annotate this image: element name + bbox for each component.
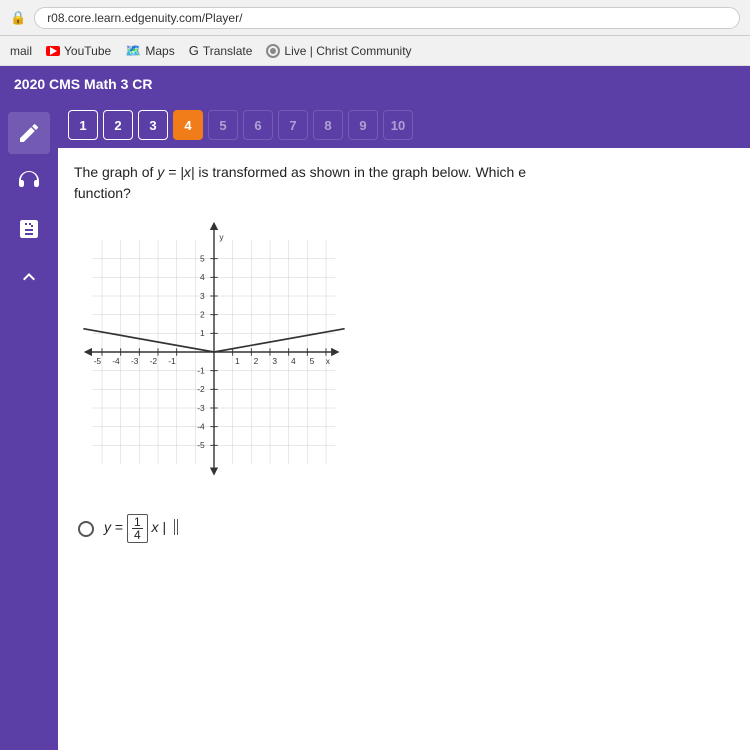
tab-3[interactable]: 3 [138, 110, 168, 140]
headphones-icon [17, 169, 41, 193]
calculator-icon [17, 217, 41, 241]
bookmarks-bar: mail YouTube 🗺️ Maps G Translate Live | … [0, 36, 750, 66]
graph-container: -5 -4 -3 -2 -1 1 2 3 4 5 x 5 4 3 2 1 [58, 212, 750, 502]
app-header: 2020 CMS Math 3 CR [0, 66, 750, 102]
fraction-denominator: 4 [132, 529, 143, 541]
tab-2[interactable]: 2 [103, 110, 133, 140]
bookmark-maps[interactable]: 🗺️ Maps [125, 43, 175, 59]
svg-text:3: 3 [200, 291, 205, 301]
arrow-up-icon-button[interactable] [8, 256, 50, 298]
tab-9[interactable]: 9 [348, 110, 378, 140]
svg-text:2: 2 [254, 356, 259, 366]
tab-6[interactable]: 6 [243, 110, 273, 140]
svg-text:4: 4 [291, 356, 296, 366]
question-text-before: The graph of [74, 164, 157, 180]
svg-text:-2: -2 [197, 384, 205, 394]
lock-icon: 🔒 [10, 10, 26, 26]
url-bar[interactable]: r08.core.learn.edgenuity.com/Player/ [34, 7, 740, 29]
youtube-icon [46, 46, 60, 56]
svg-text:4: 4 [200, 272, 205, 282]
svg-text:-2: -2 [150, 356, 158, 366]
svg-text:-1: -1 [197, 365, 205, 375]
youtube-label: YouTube [64, 44, 111, 58]
translate-icon: G [189, 43, 199, 58]
tab-10[interactable]: 10 [383, 110, 413, 140]
radio-button-1[interactable] [78, 521, 94, 537]
translate-label: Translate [203, 44, 253, 58]
svg-text:5: 5 [200, 253, 205, 263]
svg-text:1: 1 [235, 356, 240, 366]
bookmark-translate[interactable]: G Translate [189, 43, 253, 58]
svg-text:y: y [219, 232, 224, 242]
maps-label: Maps [145, 44, 174, 58]
browser-bar: 🔒 r08.core.learn.edgenuity.com/Player/ [0, 0, 750, 36]
pencil-icon-button[interactable] [8, 112, 50, 154]
bookmark-live[interactable]: Live | Christ Community [266, 44, 411, 58]
main-area: 1 2 3 4 5 6 7 8 9 10 The graph of y = |x… [0, 102, 750, 750]
svg-text:-5: -5 [197, 440, 205, 450]
calculator-icon-button[interactable] [8, 208, 50, 250]
svg-text:-3: -3 [197, 403, 205, 413]
pencil-icon [17, 121, 41, 145]
svg-text:x: x [326, 356, 331, 366]
answer-option-1[interactable]: y = 1 4 x | [58, 502, 750, 555]
tab-4[interactable]: 4 [173, 110, 203, 140]
coordinate-graph: -5 -4 -3 -2 -1 1 2 3 4 5 x 5 4 3 2 1 [74, 212, 354, 492]
tab-7[interactable]: 7 [278, 110, 308, 140]
svg-text:1: 1 [200, 328, 205, 338]
app-title: 2020 CMS Math 3 CR [14, 76, 152, 92]
sidebar [0, 102, 58, 750]
right-panel: 1 2 3 4 5 6 7 8 9 10 The graph of y = |x… [58, 102, 750, 750]
tab-1[interactable]: 1 [68, 110, 98, 140]
headphones-icon-button[interactable] [8, 160, 50, 202]
live-icon [266, 44, 280, 58]
answer-text-1: y = 1 4 x | [104, 514, 178, 543]
tab-8[interactable]: 8 [313, 110, 343, 140]
svg-text:5: 5 [310, 356, 315, 366]
question-equation: y = |x| [157, 164, 194, 180]
maps-icon: 🗺️ [125, 43, 141, 59]
svg-text:2: 2 [200, 309, 205, 319]
question-tabs: 1 2 3 4 5 6 7 8 9 10 [58, 102, 750, 148]
question-text: The graph of y = |x| is transformed as s… [58, 148, 750, 212]
content-panel: The graph of y = |x| is transformed as s… [58, 148, 750, 750]
question-text-line2: function? [74, 185, 131, 201]
arrow-up-icon [17, 265, 41, 289]
svg-text:-5: -5 [94, 356, 102, 366]
question-text-after: is transformed as shown in the graph bel… [195, 164, 527, 180]
svg-text:-3: -3 [131, 356, 139, 366]
tab-5[interactable]: 5 [208, 110, 238, 140]
svg-text:3: 3 [272, 356, 277, 366]
live-label: Live | Christ Community [284, 44, 411, 58]
svg-text:-4: -4 [112, 356, 120, 366]
bookmark-mail[interactable]: mail [10, 44, 32, 58]
svg-text:-1: -1 [168, 356, 176, 366]
bookmark-youtube[interactable]: YouTube [46, 44, 111, 58]
svg-text:-4: -4 [197, 421, 205, 431]
